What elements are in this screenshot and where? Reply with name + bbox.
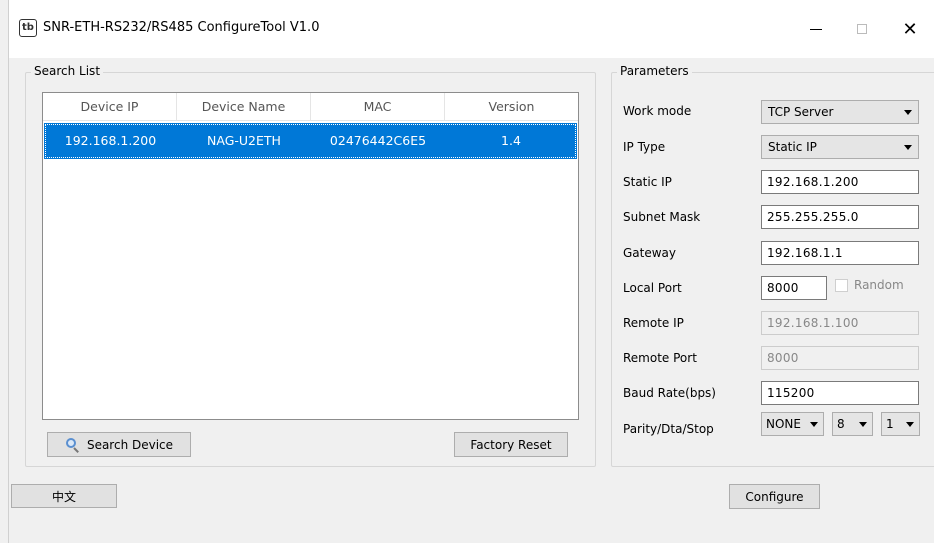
random-checkbox-wrap[interactable]: Random	[835, 278, 904, 292]
subnet-mask-input[interactable]: 255.255.255.0	[761, 205, 919, 229]
title-bar: tb SNR-ETH-RS232/RS485 ConfigureTool V1.…	[9, 0, 934, 58]
local-port-input[interactable]: 8000	[761, 276, 827, 300]
maximize-button[interactable]	[839, 14, 885, 44]
remote-port-input: 8000	[761, 346, 919, 370]
minimize-icon	[810, 28, 822, 30]
parity-select[interactable]: NONE	[761, 412, 824, 436]
maximize-icon	[857, 24, 867, 34]
configure-button[interactable]: Configure	[729, 484, 820, 509]
ip-type-value: Static IP	[768, 140, 817, 154]
local-port-label: Local Port	[623, 281, 682, 295]
close-button[interactable]: ✕	[887, 14, 933, 44]
static-ip-input[interactable]: 192.168.1.200	[761, 170, 919, 194]
cell-device-name: NAG-U2ETH	[207, 133, 281, 148]
remote-port-label: Remote Port	[623, 351, 697, 365]
device-table[interactable]: Device IP Device Name MAC Version 192.16…	[42, 92, 579, 420]
minimize-button[interactable]	[793, 14, 839, 44]
search-icon	[65, 437, 79, 453]
subnet-mask-label: Subnet Mask	[623, 210, 701, 224]
static-ip-label: Static IP	[623, 175, 672, 189]
table-row[interactable]: 192.168.1.200 NAG-U2ETH 02476442C6E5 1.4	[44, 123, 577, 159]
app-icon: tb	[19, 19, 37, 37]
parity-label: Parity/Dta/Stop	[623, 422, 714, 436]
search-list-label: Search List	[31, 64, 104, 78]
cell-device-ip: 192.168.1.200	[64, 133, 157, 148]
search-device-button[interactable]: Search Device	[47, 432, 191, 457]
parameters-group	[611, 72, 934, 467]
column-header-device-name[interactable]: Device Name	[177, 93, 311, 121]
column-header-version[interactable]: Version	[445, 93, 578, 121]
language-button[interactable]: 中文	[11, 484, 117, 508]
chevron-down-icon	[904, 145, 912, 150]
stop-bits-select[interactable]: 1	[881, 412, 920, 436]
random-label: Random	[854, 278, 904, 292]
random-checkbox[interactable]	[835, 278, 848, 292]
baud-rate-label: Baud Rate(bps)	[623, 386, 716, 400]
table-header: Device IP Device Name MAC Version	[43, 93, 578, 121]
gateway-label: Gateway	[623, 246, 677, 260]
chevron-down-icon	[859, 422, 867, 427]
factory-reset-button[interactable]: Factory Reset	[454, 432, 568, 457]
parity-value: NONE	[766, 417, 801, 431]
ip-type-select[interactable]: Static IP	[761, 135, 919, 159]
cell-version: 1.4	[501, 133, 521, 148]
column-header-mac[interactable]: MAC	[311, 93, 445, 121]
column-header-device-ip[interactable]: Device IP	[43, 93, 177, 121]
window-title: SNR-ETH-RS232/RS485 ConfigureTool V1.0	[43, 20, 320, 35]
gateway-input[interactable]: 192.168.1.1	[761, 241, 919, 265]
chevron-down-icon	[810, 422, 818, 427]
chevron-down-icon	[904, 110, 912, 115]
remote-ip-label: Remote IP	[623, 316, 684, 330]
ip-type-label: IP Type	[623, 140, 666, 154]
work-mode-label: Work mode	[623, 104, 692, 118]
baud-rate-input[interactable]: 115200	[761, 381, 919, 405]
data-bits-select[interactable]: 8	[832, 412, 873, 436]
app-window: tb SNR-ETH-RS232/RS485 ConfigureTool V1.…	[8, 0, 934, 543]
data-bits-value: 8	[837, 417, 845, 431]
stop-bits-value: 1	[886, 417, 894, 431]
parameters-label: Parameters	[617, 64, 692, 78]
close-icon: ✕	[902, 18, 918, 40]
cell-mac: 02476442C6E5	[329, 133, 427, 148]
search-device-label: Search Device	[86, 437, 174, 452]
work-mode-value: TCP Server	[768, 105, 834, 119]
remote-ip-input: 192.168.1.100	[761, 311, 919, 335]
chevron-down-icon	[906, 422, 914, 427]
work-mode-select[interactable]: TCP Server	[761, 100, 919, 124]
